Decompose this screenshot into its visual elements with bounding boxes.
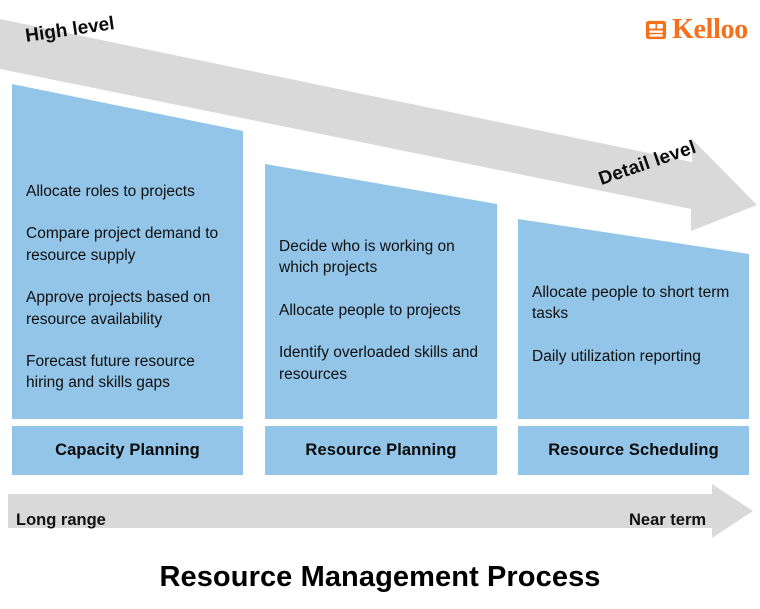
list-item: Approve projects based on resource avail… [26,289,211,328]
list-item: Daily utilization reporting [532,347,701,365]
near-term-label: Near term [629,511,707,529]
column-header-resource-planning[interactable]: Resource Planning [265,426,497,475]
list-item: Allocate roles to projects [26,183,195,200]
column-item-list: Allocate roles to projects Compare proje… [12,84,243,394]
list-item: Compare project demand to resource suppl… [26,225,219,264]
column-header-label: Capacity Planning [55,441,200,459]
column-header-resource-scheduling[interactable]: Resource Scheduling [518,426,749,475]
column-header-capacity-planning[interactable]: Capacity Planning [12,426,243,475]
column-header-label: Resource Planning [305,441,457,459]
list-item: Allocate people to short term tasks [532,284,730,323]
column-item-list: Allocate people to short term tasks Dail… [518,219,749,367]
column-header-label: Resource Scheduling [548,441,719,459]
long-range-label: Long range [16,511,106,529]
brand-logo[interactable]: Kelloo [645,16,748,44]
document-list-icon [645,20,667,40]
list-item: Forecast future resource hiring and skil… [26,352,195,392]
list-item: Identify overloaded skills and resources [279,344,479,383]
column-item-list: Decide who is working on which projects … [265,164,497,385]
detail-level-label: Detail level [596,136,699,190]
diagram-canvas: High level Detail level Kelloo Allocate … [0,0,760,609]
list-item: Allocate people to projects [279,301,461,319]
brand-name: Kelloo [672,14,748,45]
high-level-label: High level [24,13,116,47]
page-title: Resource Management Process [159,561,601,593]
list-item: Decide who is working on which projects [279,238,455,277]
